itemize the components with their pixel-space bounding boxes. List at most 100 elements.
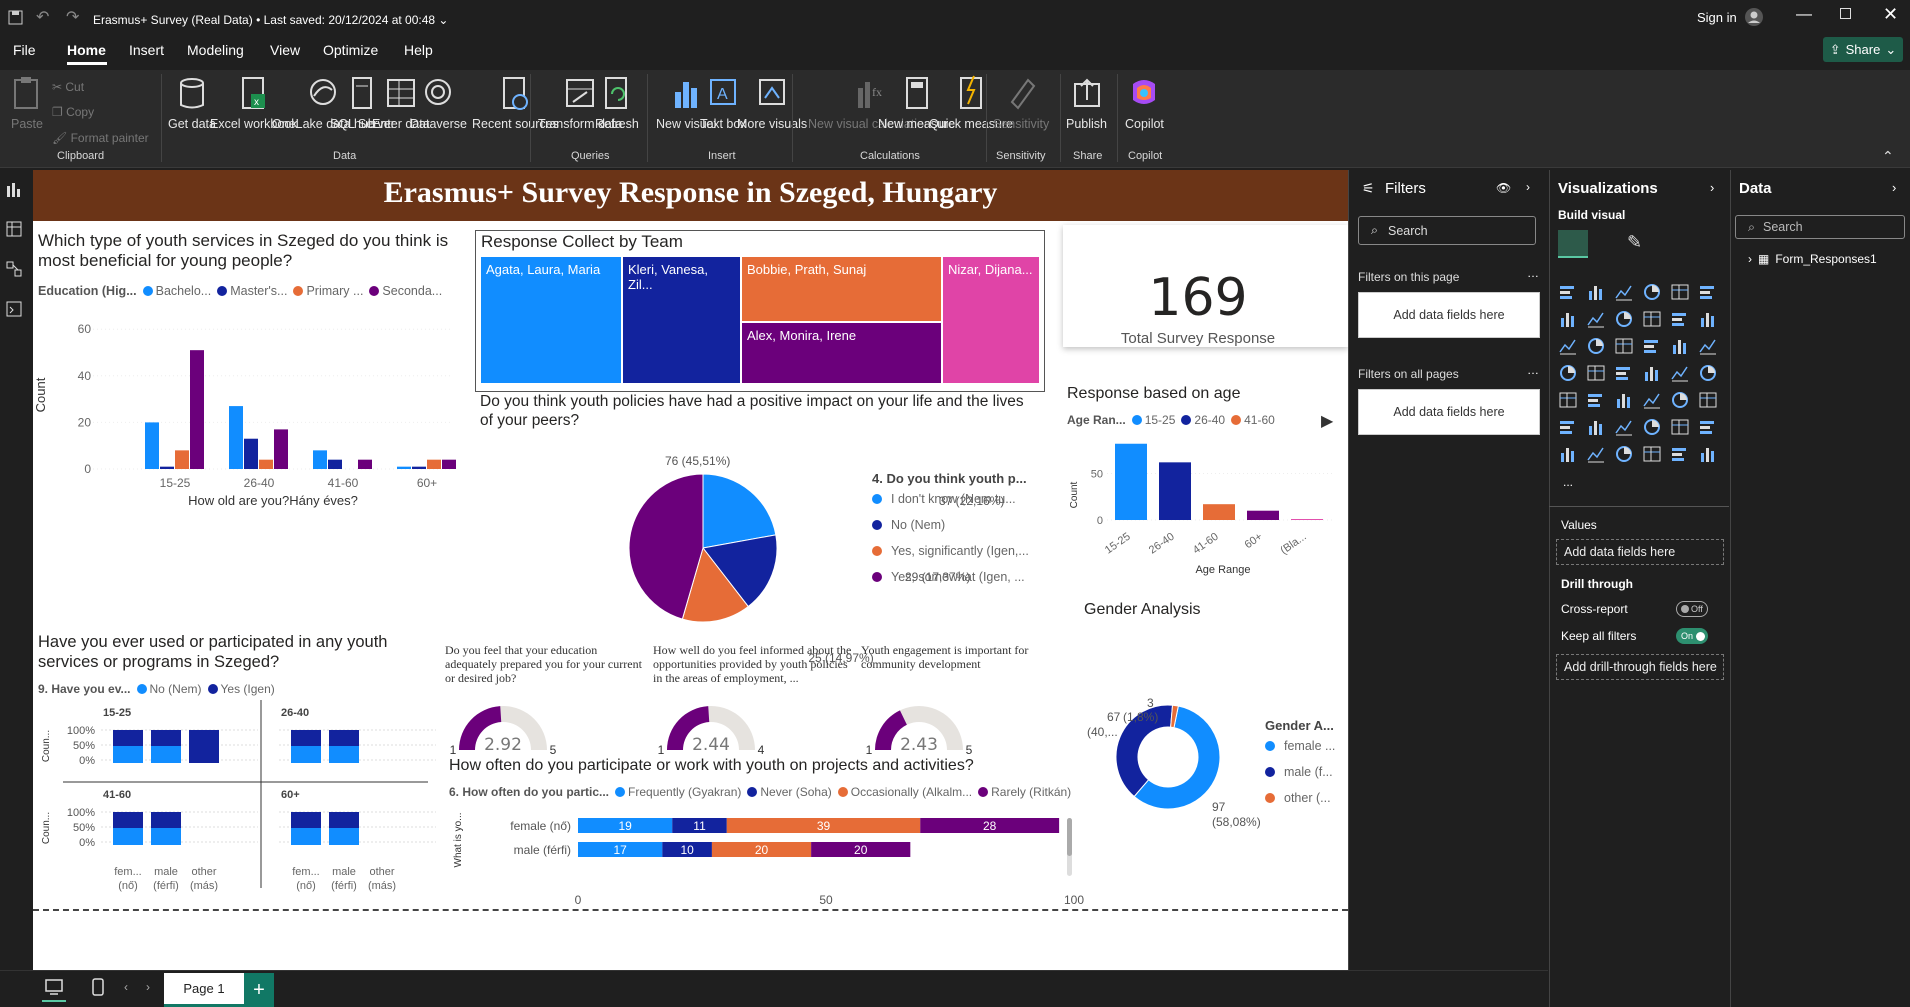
filter-page-dropzone[interactable]: Add data fields here — [1358, 292, 1540, 338]
services-chart-legend[interactable]: 9. Have you ev... No (Nem) Yes (Igen) — [38, 682, 275, 696]
age-chart-legend[interactable]: Age Ran... 15-25 26-40 41-60 — [1067, 413, 1275, 427]
collapse-ribbon-icon[interactable]: ⌃ — [1882, 148, 1894, 165]
copilot-button[interactable]: Copilot — [1125, 74, 1164, 132]
format-painter-button[interactable]: 🖌 Format painter — [52, 131, 149, 145]
gender-legend-item[interactable]: other (... — [1265, 791, 1331, 805]
power-apps-visual-icon[interactable] — [1586, 445, 1606, 463]
clustered-column-visual-icon[interactable] — [1642, 283, 1662, 301]
power-bi-visual-icon[interactable] — [1642, 445, 1662, 463]
page-next-icon[interactable]: › — [146, 980, 150, 994]
treemap-tile[interactable]: Nizar, Dijana... — [943, 257, 1039, 383]
avatar-icon[interactable] — [1744, 7, 1764, 27]
gauge-chart[interactable]: 2.44 1 4 — [653, 688, 853, 758]
copy-button[interactable]: ❐ Copy — [52, 105, 94, 119]
filter-all-dropzone[interactable]: Add data fields here — [1358, 389, 1540, 435]
tab-help[interactable]: Help — [404, 42, 433, 58]
data-table-item[interactable]: › ▦ Form_Responses1 — [1748, 252, 1877, 266]
save-icon[interactable] — [8, 10, 24, 26]
publish-button[interactable]: Publish — [1066, 74, 1107, 132]
expand-viz-icon[interactable]: › — [1710, 180, 1714, 195]
filled-map-visual-icon[interactable] — [1614, 364, 1634, 382]
restore-icon[interactable] — [1840, 8, 1851, 19]
line-clustered-visual-icon[interactable] — [1698, 310, 1718, 328]
page-tab[interactable]: Page 1 — [164, 973, 244, 1007]
pie-legend-item[interactable]: I don't know (Nem tu... — [872, 492, 1016, 506]
pie-legend-item[interactable]: Yes, significantly (Igen,... — [872, 544, 1029, 558]
stacked-area-visual-icon[interactable] — [1614, 310, 1634, 328]
cut-button[interactable]: ✂ Cut — [52, 80, 84, 94]
add-page-button[interactable]: + — [244, 973, 274, 1007]
treemap-tile[interactable]: Bobbie, Prath, Sunaj — [742, 257, 941, 321]
pie-legend-item[interactable]: Yes, somewhat (Igen, ... — [872, 570, 1025, 584]
python-visual-icon[interactable] — [1558, 418, 1578, 436]
clustered-bar-visual-icon[interactable] — [1614, 283, 1634, 301]
treemap-tile[interactable]: Alex, Monira, Irene — [742, 323, 941, 383]
table-view-icon[interactable] — [6, 221, 22, 237]
decomposition-visual-icon[interactable] — [1614, 418, 1634, 436]
gauge-visual-icon[interactable] — [1670, 364, 1690, 382]
gauge-chart[interactable]: 2.43 1 5 — [861, 688, 1061, 758]
page-prev-icon[interactable]: ‹ — [124, 980, 128, 994]
freq-chart-legend[interactable]: 6. How often do you partic... Frequently… — [449, 785, 1071, 799]
r-script-visual-icon[interactable] — [1698, 391, 1718, 409]
tab-insert[interactable]: Insert — [129, 42, 164, 58]
edu-chart-legend[interactable]: Education (Hig... Bachelo... Master's...… — [38, 284, 442, 298]
kpi-visual-icon[interactable] — [1586, 391, 1606, 409]
funnel-visual-icon[interactable] — [1614, 337, 1634, 355]
dataverse-button[interactable]: Dataverse — [410, 74, 467, 132]
tab-home[interactable]: Home — [67, 42, 106, 58]
line-visual-icon[interactable] — [1558, 310, 1578, 328]
minimize-icon[interactable]: — — [1796, 6, 1812, 24]
format-visual-tab[interactable]: ✎ — [1627, 232, 1642, 253]
slicer-visual-icon[interactable] — [1614, 391, 1634, 409]
treemap-tile[interactable]: Kleri, Vanesa, Zil... — [623, 257, 740, 383]
paste-button[interactable]: Paste — [10, 74, 44, 132]
freq-chart[interactable]: What is yo... female (nő) 19 11 39 28 male (fé… — [443, 810, 1103, 910]
eye-icon[interactable]: 👁 — [1496, 181, 1511, 195]
goals-visual-icon[interactable] — [1698, 418, 1718, 436]
gender-chart[interactable] — [1083, 685, 1263, 825]
sensitivity-button[interactable]: Sensitivity — [993, 74, 1049, 132]
expand-data-icon[interactable]: › — [1892, 180, 1896, 195]
card-visual-icon[interactable] — [1698, 364, 1718, 382]
azure-map-visual-icon[interactable] — [1642, 364, 1662, 382]
waterfall-visual-icon[interactable] — [1586, 337, 1606, 355]
key-influencers-visual-icon[interactable] — [1586, 418, 1606, 436]
desktop-layout-icon[interactable] — [45, 978, 63, 996]
dax-query-view-icon[interactable] — [6, 301, 22, 317]
values-dropzone[interactable]: Add data fields here — [1556, 539, 1724, 565]
power-automate-visual-icon[interactable] — [1614, 445, 1634, 463]
sign-in-link[interactable]: Sign in — [1697, 10, 1737, 25]
scatter-visual-icon[interactable] — [1642, 337, 1662, 355]
matrix-visual-icon[interactable] — [1670, 391, 1690, 409]
more-options-icon[interactable]: … — [1527, 363, 1539, 377]
tab-modeling[interactable]: Modeling — [187, 42, 244, 58]
gender-legend-item[interactable]: female ... — [1265, 739, 1335, 753]
share-button[interactable]: ⇪ Share ⌄ — [1823, 37, 1903, 62]
redo-icon[interactable]: ↷ — [66, 7, 79, 27]
services-chart[interactable]: 15-25 100% 50% 0% Coun... 26-40 41-60 100% 50% 0%… — [33, 698, 436, 892]
refresh-button[interactable]: Refresh — [595, 74, 639, 132]
more-options-icon[interactable]: … — [1527, 266, 1539, 280]
keep-filters-toggle[interactable]: On — [1676, 628, 1708, 644]
100-area-visual-icon[interactable] — [1642, 310, 1662, 328]
filters-search[interactable]: ⌕ Search — [1358, 216, 1536, 245]
tab-view[interactable]: View — [270, 42, 300, 58]
more-visuals-button[interactable]: More visuals — [737, 74, 807, 132]
get-data-button[interactable]: Get data — [168, 74, 216, 132]
data-search[interactable]: ⌕ Search — [1735, 215, 1905, 239]
drill-dropzone[interactable]: Add drill-through fields here — [1556, 654, 1724, 680]
edu-chart[interactable]: 60 40 20 0 Count 15-25 26-40 41-60 60+ How old ar… — [33, 305, 473, 555]
pie-visual-icon[interactable] — [1670, 337, 1690, 355]
donut-visual-icon[interactable] — [1698, 337, 1718, 355]
stacked-bar-visual-icon[interactable] — [1558, 283, 1578, 301]
legend-next-icon[interactable]: ▶ — [1321, 411, 1333, 431]
build-visual-tab[interactable] — [1558, 230, 1588, 258]
chevron-down-icon[interactable]: ⌄ — [438, 13, 448, 27]
treemap-tile[interactable]: Agata, Laura, Maria — [481, 257, 621, 383]
table-visual-icon[interactable] — [1642, 391, 1662, 409]
treemap-visual-icon[interactable] — [1558, 364, 1578, 382]
multi-card-visual-icon[interactable] — [1558, 391, 1578, 409]
tab-optimize[interactable]: Optimize — [323, 42, 378, 58]
100-column-visual-icon[interactable] — [1698, 283, 1718, 301]
